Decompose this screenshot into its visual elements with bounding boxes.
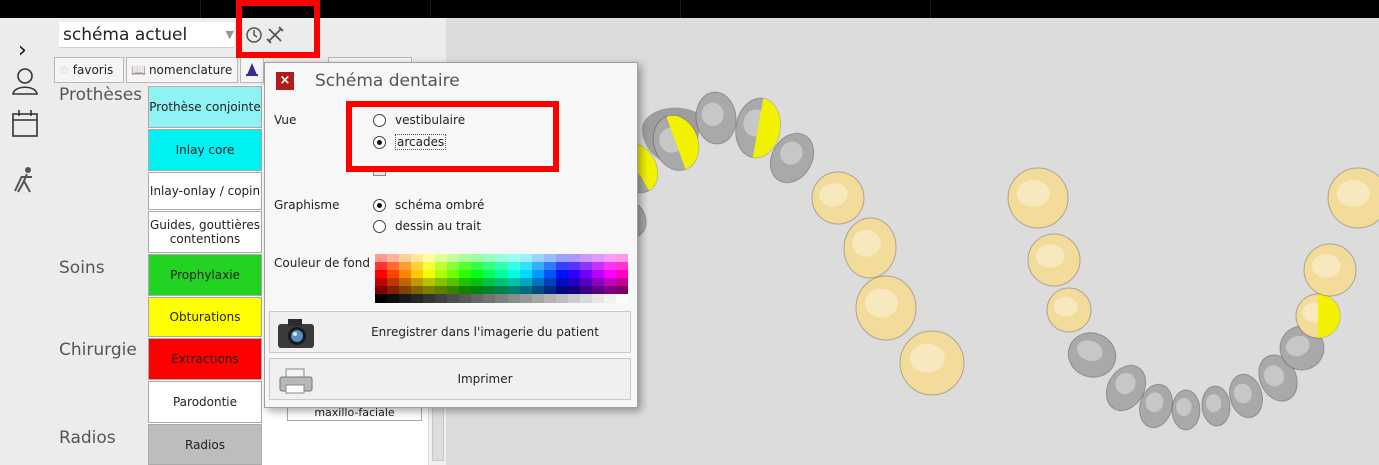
palette-swatch[interactable] xyxy=(495,294,509,303)
tab-label: favoris xyxy=(72,63,114,77)
scheme-select[interactable]: schéma actuel ▼ xyxy=(59,22,234,48)
radio-button xyxy=(373,135,386,149)
palette-swatch[interactable] xyxy=(591,294,605,303)
tooth[interactable] xyxy=(808,168,868,228)
dialog-title: Schéma dentaire xyxy=(315,71,460,91)
palette-swatch[interactable] xyxy=(447,294,460,303)
app-window: › schéma actuel ▼ ☆ favoris 📖 nomenclatu… xyxy=(0,0,1379,465)
dental-chart-dialog: × Schéma dentaire Vue vestibulaire arcad… xyxy=(264,62,638,408)
tooth[interactable] xyxy=(899,330,965,396)
tooth[interactable] xyxy=(1295,293,1341,339)
action-extractions[interactable]: Extractions xyxy=(148,338,262,380)
tooth[interactable] xyxy=(1046,287,1092,333)
action-prophylaxie[interactable]: Prophylaxie xyxy=(148,254,262,296)
category-radios: Radios xyxy=(59,428,116,448)
partially-hidden-checkbox[interactable] xyxy=(373,166,386,176)
tooth[interactable] xyxy=(1007,167,1069,229)
palette-swatch[interactable] xyxy=(615,294,629,303)
tooth[interactable] xyxy=(1327,167,1379,229)
star-icon: ☆ xyxy=(59,63,70,77)
palette-swatch[interactable] xyxy=(603,294,617,303)
category-soins: Soins xyxy=(59,258,105,278)
tooth[interactable] xyxy=(1200,385,1231,427)
action-inlay-core[interactable]: Inlay core xyxy=(148,129,262,171)
action-obturations[interactable]: Obturations xyxy=(148,297,262,337)
radio-label: vestibulaire xyxy=(395,113,466,127)
palette-swatch[interactable] xyxy=(399,294,412,303)
palette-swatch[interactable] xyxy=(483,294,496,303)
graphisme-label: Graphisme xyxy=(274,198,340,212)
palette-swatch[interactable] xyxy=(579,294,593,303)
radio-arcades[interactable]: arcades xyxy=(373,133,447,151)
palette-swatch[interactable] xyxy=(459,294,472,303)
close-icon[interactable]: × xyxy=(276,72,294,90)
worker-icon[interactable] xyxy=(10,164,40,194)
palette-swatch[interactable] xyxy=(519,294,533,303)
action-parodontie[interactable]: Parodontie xyxy=(148,381,262,423)
clock-icon[interactable] xyxy=(244,25,264,45)
left-sidebar: › xyxy=(0,18,52,465)
print-button-label: Imprimer xyxy=(457,372,513,386)
calendar-icon[interactable] xyxy=(10,108,40,138)
vue-label: Vue xyxy=(274,113,297,127)
toolbar: schéma actuel ▼ xyxy=(52,18,446,51)
radio-dessin-au-trait[interactable]: dessin au trait xyxy=(373,217,481,235)
radio-button xyxy=(373,198,386,212)
action-inlay-onlay[interactable]: Inlay-onlay / copin xyxy=(148,172,262,210)
palette-swatch[interactable] xyxy=(531,294,545,303)
tab-wizard[interactable] xyxy=(240,57,264,83)
save-button-label: Enregistrer dans l'imagerie du patient xyxy=(371,325,599,339)
radio-button xyxy=(373,113,386,127)
palette-swatch[interactable] xyxy=(423,294,436,303)
tooth[interactable] xyxy=(694,90,738,145)
palette-swatch[interactable] xyxy=(435,294,448,303)
radio-button xyxy=(373,219,386,233)
tab-nomenclature[interactable]: 📖 nomenclature xyxy=(126,57,238,83)
print-button[interactable]: Imprimer xyxy=(269,358,631,400)
tooth[interactable] xyxy=(1027,233,1081,287)
palette-swatch[interactable] xyxy=(375,294,388,303)
tooth[interactable] xyxy=(1171,389,1201,431)
radio-label: dessin au trait xyxy=(395,219,482,233)
radio-vestibulaire[interactable]: vestibulaire xyxy=(373,111,465,129)
palette-swatch[interactable] xyxy=(507,294,521,303)
radio-schema-ombre[interactable]: schéma ombré xyxy=(373,196,484,214)
radio-label: arcades xyxy=(395,134,447,150)
action-prothese-conjointe[interactable]: Prothèse conjointe xyxy=(148,86,262,128)
tooth[interactable] xyxy=(1303,243,1357,297)
action-maxillo-faciale[interactable]: maxillo-faciale xyxy=(287,406,422,421)
palette-swatch[interactable] xyxy=(567,294,581,303)
palette-swatch[interactable] xyxy=(471,294,484,303)
action-guides[interactable]: Guides, gouttières contentions xyxy=(148,211,262,253)
radio-label: schéma ombré xyxy=(395,198,485,212)
tools-icon[interactable] xyxy=(265,25,285,45)
action-radios[interactable]: Radios xyxy=(148,424,262,465)
chevron-down-icon: ▼ xyxy=(225,28,234,41)
wizard-hat-icon xyxy=(246,63,258,76)
top-bar xyxy=(0,0,1379,18)
palette-swatch[interactable] xyxy=(543,294,557,303)
tooth[interactable] xyxy=(841,216,898,280)
user-icon[interactable] xyxy=(10,66,40,96)
color-palette[interactable] xyxy=(375,254,629,303)
palette-swatch[interactable] xyxy=(411,294,424,303)
tooth[interactable] xyxy=(855,275,917,341)
save-to-imagery-button[interactable]: Enregistrer dans l'imagerie du patient xyxy=(269,311,631,353)
book-icon: 📖 xyxy=(131,63,146,77)
scheme-select-value: schéma actuel xyxy=(63,25,188,45)
bg-color-label: Couleur de fond xyxy=(274,256,370,270)
category-protheses: Prothèses xyxy=(59,85,143,105)
tab-label: nomenclature xyxy=(148,63,233,77)
palette-swatch[interactable] xyxy=(555,294,569,303)
tab-favoris[interactable]: ☆ favoris xyxy=(54,57,124,83)
chevron-right-icon[interactable]: › xyxy=(18,38,27,63)
category-chirurgie: Chirurgie xyxy=(59,340,137,360)
palette-swatch[interactable] xyxy=(387,294,400,303)
